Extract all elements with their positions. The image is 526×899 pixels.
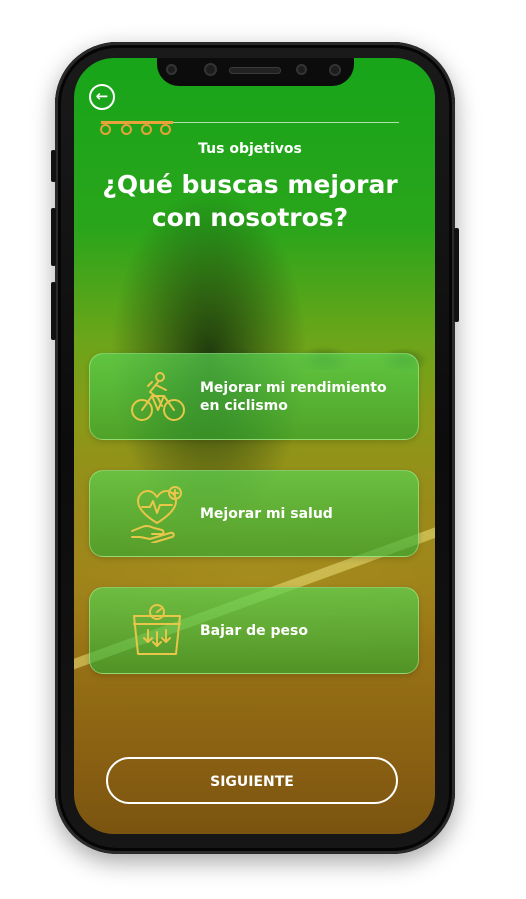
progress-dot-3 — [141, 124, 152, 135]
option-weight-loss[interactable]: Bajar de peso — [89, 587, 419, 674]
health-heart-hand-icon — [131, 486, 182, 543]
phone-volume-up — [51, 208, 56, 266]
progress-dot-1 — [100, 124, 111, 135]
cyclist-icon — [131, 372, 185, 421]
page-title: ¿Qué buscas mejorar con nosotros? — [102, 170, 398, 232]
sensor-icon — [166, 64, 177, 75]
back-button[interactable]: ← — [89, 84, 115, 110]
progress-dot-2 — [121, 124, 132, 135]
option-label: Mejorar mi salud — [200, 505, 333, 522]
section-subtitle: Tus objetivos — [198, 141, 302, 157]
scale-weight-icon — [133, 604, 181, 655]
phone-volume-down — [51, 282, 56, 340]
option-label: Bajar de peso — [200, 622, 309, 639]
earpiece-speaker — [229, 67, 281, 74]
phone-power-button — [454, 228, 459, 322]
option-cycling-performance[interactable]: Mejorar mi rendimiento en ciclismo — [89, 353, 419, 440]
arrow-left-icon: ← — [95, 87, 109, 105]
proximity-sensor-icon — [296, 64, 307, 75]
phone-mute-switch — [51, 150, 56, 182]
next-button[interactable]: SIGUIENTE — [106, 757, 398, 804]
option-health[interactable]: Mejorar mi salud — [89, 470, 419, 557]
camera-lens-icon — [329, 64, 341, 76]
option-label: Mejorar mi rendimiento en ciclismo — [200, 379, 387, 414]
front-camera-icon — [204, 63, 217, 76]
progress-dot-4 — [160, 124, 171, 135]
